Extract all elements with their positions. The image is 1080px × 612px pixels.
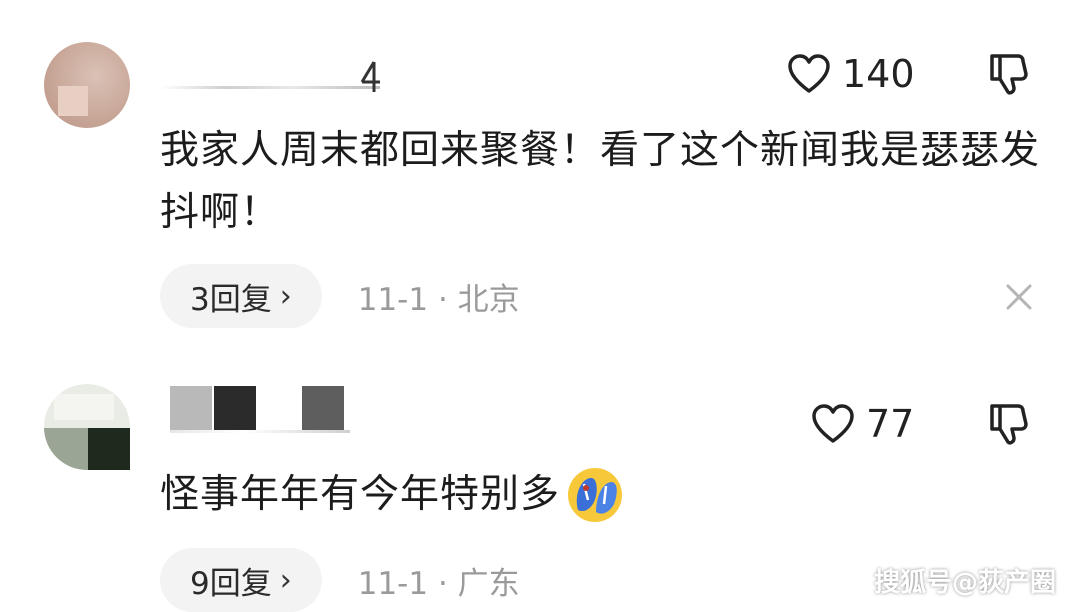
like-button[interactable]: 140 (788, 52, 915, 96)
comment-text: 我家人周末都回来聚餐！看了这个新闻我是瑟瑟发抖啊！ (160, 128, 1041, 235)
comment-item: 140 我家人周末都回来聚餐！看了这个新闻我是瑟瑟发抖啊！ 3回复 › 11-1… (0, 0, 1080, 340)
close-icon[interactable] (1004, 282, 1034, 312)
reply-button[interactable]: 9回复 › (160, 548, 322, 612)
chevron-right-icon: › (279, 278, 292, 314)
reply-label: 9回复 (190, 565, 272, 602)
username-tail-glyph (360, 61, 380, 92)
avatar[interactable] (44, 384, 130, 470)
comment-text: 怪事年年有今年特别多 (160, 464, 1040, 526)
heart-icon (812, 404, 854, 443)
heart-icon (788, 54, 830, 93)
reply-label: 3回复 (190, 281, 272, 318)
thumb-down-icon[interactable] (988, 402, 1030, 446)
avatar[interactable] (44, 42, 130, 128)
comment-meta: 9回复 › 11-1 · 广东 (160, 548, 520, 612)
date-location: 11-1 · 北京 (357, 281, 520, 318)
like-count: 140 (842, 52, 915, 96)
like-count: 77 (866, 402, 915, 446)
comment-meta: 3回复 › 11-1 · 北京 (160, 264, 520, 328)
comment-text-content: 怪事年年有今年特别多 (160, 472, 561, 517)
username-redacted[interactable] (170, 386, 350, 433)
watermark: 搜狐号@荻产圈 (873, 568, 1056, 598)
like-button[interactable]: 77 (812, 402, 914, 446)
flip-flop-emoji (568, 468, 623, 522)
thumb-down-icon[interactable] (988, 52, 1030, 96)
reply-button[interactable]: 3回复 › (160, 264, 322, 328)
chevron-right-icon: › (279, 562, 292, 598)
username-redacted[interactable] (160, 62, 380, 92)
date-location: 11-1 · 广东 (357, 565, 520, 602)
